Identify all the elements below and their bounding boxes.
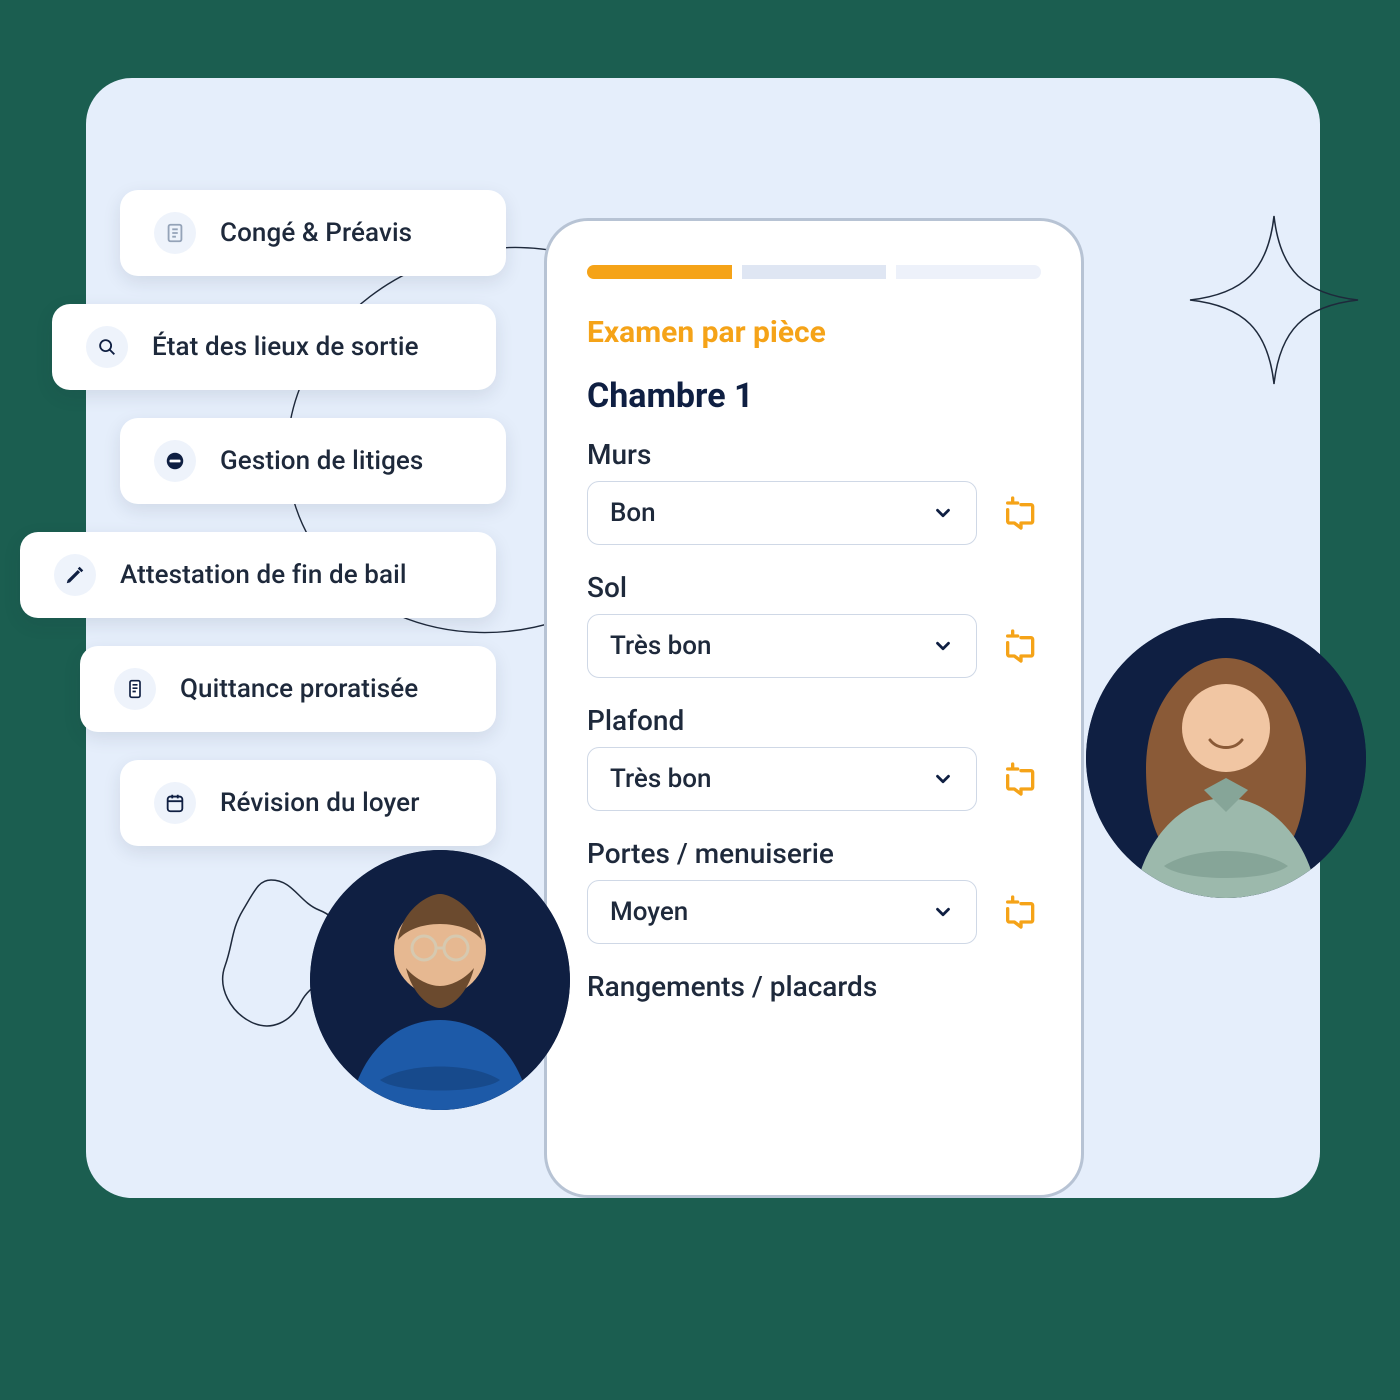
- add-comment-button[interactable]: [1001, 626, 1041, 666]
- field-portes: Portes / menuiserie Moyen: [587, 837, 1041, 944]
- document-icon: [154, 212, 196, 254]
- menu-item-label: Attestation de fin de bail: [120, 560, 407, 590]
- receipt-icon: [114, 668, 156, 710]
- field-murs: Murs Bon: [587, 438, 1041, 545]
- chevron-down-icon: [932, 502, 954, 524]
- condition-select-murs[interactable]: Bon: [587, 481, 977, 545]
- menu-item-label: Révision du loyer: [220, 788, 420, 818]
- room-inspection-panel: Examen par pièce Chambre 1 Murs Bon Sol …: [544, 218, 1084, 1198]
- field-label: Portes / menuiserie: [587, 837, 1041, 870]
- room-name: Chambre 1: [587, 376, 1041, 416]
- stage: Congé & Préavis État des lieux de sortie…: [0, 0, 1400, 1400]
- add-comment-button[interactable]: [1001, 892, 1041, 932]
- field-label: Plafond: [587, 704, 1041, 737]
- menu-item-etat-des-lieux[interactable]: État des lieux de sortie: [52, 304, 496, 390]
- select-value: Très bon: [610, 631, 712, 661]
- condition-select-sol[interactable]: Très bon: [587, 614, 977, 678]
- chevron-down-icon: [932, 768, 954, 790]
- magnifier-icon: [86, 326, 128, 368]
- chevron-down-icon: [932, 901, 954, 923]
- chevron-down-icon: [932, 635, 954, 657]
- condition-select-portes[interactable]: Moyen: [587, 880, 977, 944]
- field-label: Rangements / placards: [587, 970, 1041, 1003]
- menu-item-attestation[interactable]: Attestation de fin de bail: [20, 532, 496, 618]
- menu-item-label: Congé & Préavis: [220, 218, 412, 248]
- no-entry-icon: [154, 440, 196, 482]
- menu-item-gestion-litiges[interactable]: Gestion de litiges: [120, 418, 506, 504]
- progress-bar: [587, 265, 1041, 279]
- menu-item-label: Quittance proratisée: [180, 674, 418, 704]
- field-label: Sol: [587, 571, 1041, 604]
- avatar-woman: [1086, 618, 1366, 898]
- field-rangements: Rangements / placards: [587, 970, 1041, 1003]
- field-label: Murs: [587, 438, 1041, 471]
- select-value: Très bon: [610, 764, 712, 794]
- condition-select-plafond[interactable]: Très bon: [587, 747, 977, 811]
- menu-item-label: État des lieux de sortie: [152, 332, 419, 362]
- add-comment-button[interactable]: [1001, 493, 1041, 533]
- avatar-man: [310, 850, 570, 1110]
- select-value: Moyen: [610, 897, 688, 927]
- field-sol: Sol Très bon: [587, 571, 1041, 678]
- calendar-icon: [154, 782, 196, 824]
- menu-item-quittance[interactable]: Quittance proratisée: [80, 646, 496, 732]
- add-comment-button[interactable]: [1001, 759, 1041, 799]
- pen-icon: [54, 554, 96, 596]
- menu-item-label: Gestion de litiges: [220, 446, 423, 476]
- select-value: Bon: [610, 498, 656, 528]
- menu-item-revision-loyer[interactable]: Révision du loyer: [120, 760, 496, 846]
- section-title: Examen par pièce: [587, 315, 1041, 350]
- field-plafond: Plafond Très bon: [587, 704, 1041, 811]
- menu-item-conge-preavis[interactable]: Congé & Préavis: [120, 190, 506, 276]
